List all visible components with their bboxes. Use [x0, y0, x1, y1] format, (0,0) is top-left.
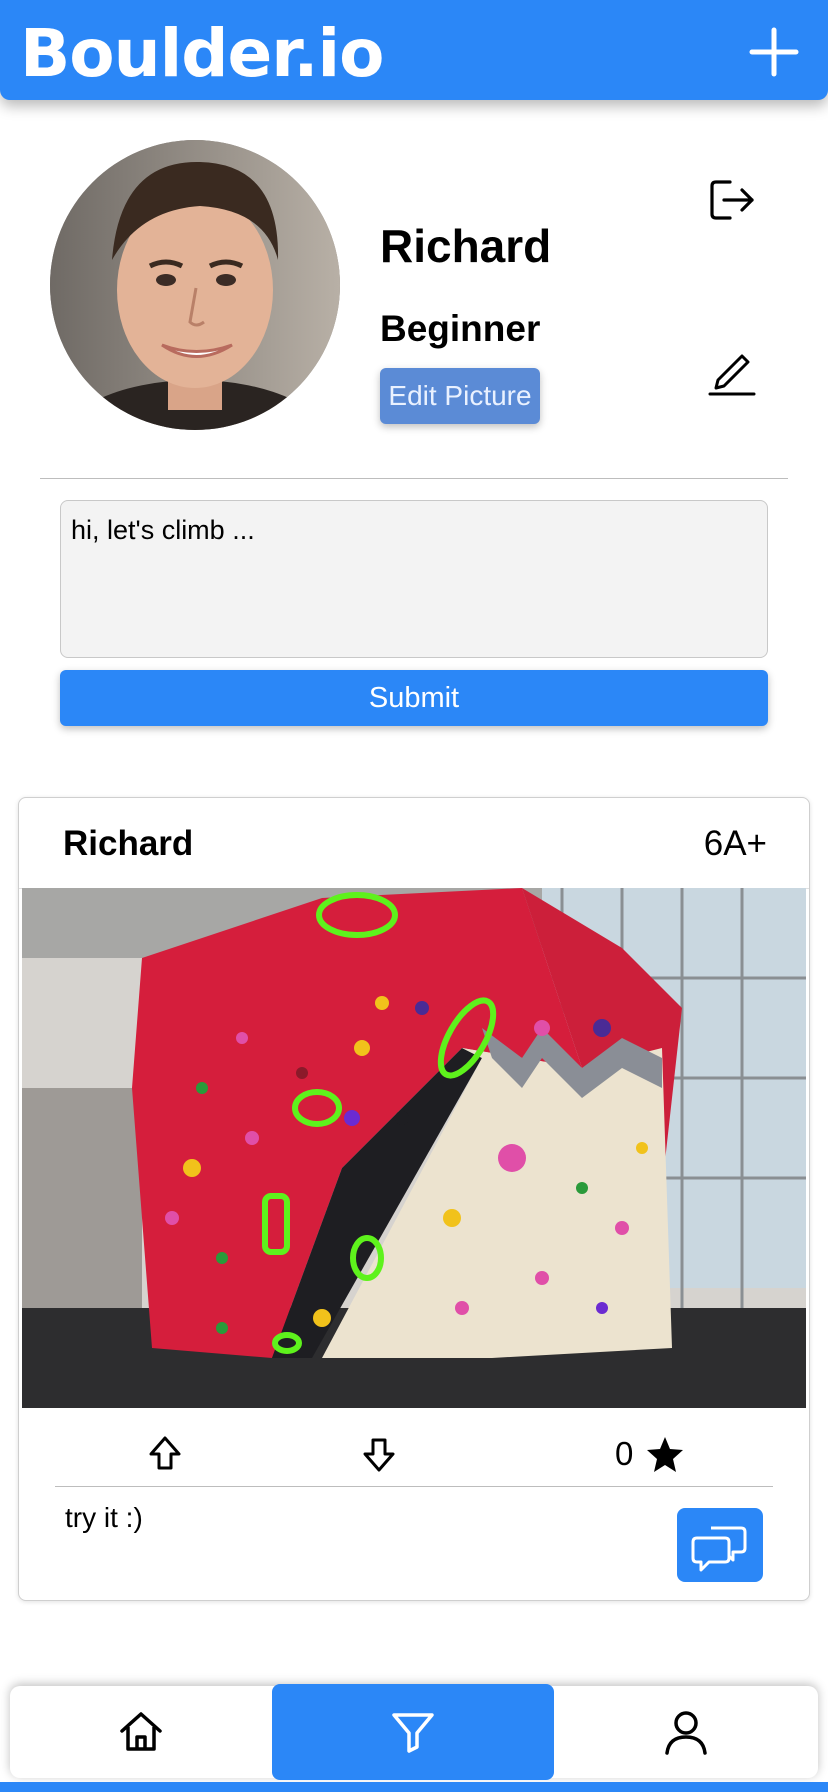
- app-title: Boulder.io: [20, 15, 384, 92]
- bottom-bar-accent: [0, 1782, 828, 1792]
- avatar: [50, 140, 340, 430]
- logout-icon[interactable]: [706, 174, 758, 226]
- bottom-navigation: [10, 1684, 818, 1780]
- filter-icon: [392, 1713, 434, 1753]
- boulder-wall-image: [22, 888, 806, 1408]
- boulder-post-card: Richard 6A+ 0 try it:): [18, 797, 810, 1601]
- post-author: Richard: [63, 824, 194, 863]
- bio-textarea[interactable]: hi, let's climb ...: [60, 500, 768, 658]
- avatar-photo: [50, 140, 340, 430]
- top-app-bar: Boulder.io: [0, 0, 828, 100]
- arrow-up-icon[interactable]: [145, 1434, 185, 1474]
- star-icon[interactable]: [645, 1434, 685, 1474]
- profile-level: Beginner: [380, 308, 541, 349]
- post-grade: 6A+: [703, 824, 767, 863]
- profile-divider: [40, 478, 788, 479]
- post-comment: try it :): [65, 1502, 143, 1533]
- profile-name: Richard: [380, 220, 552, 272]
- rating-count: 0: [615, 1435, 634, 1472]
- home-icon: [120, 1712, 162, 1751]
- nav-filter[interactable]: [272, 1684, 554, 1780]
- nav-profile[interactable]: [554, 1686, 818, 1778]
- plus-icon[interactable]: [748, 26, 800, 78]
- user-icon: [665, 1711, 707, 1755]
- pencil-icon[interactable]: [706, 344, 758, 396]
- post-actions: 0: [55, 1428, 773, 1488]
- nav-home[interactable]: [10, 1686, 272, 1778]
- submit-button[interactable]: Submit: [60, 670, 768, 726]
- edit-picture-button[interactable]: Edit Picture: [380, 368, 540, 424]
- chat-button[interactable]: [677, 1508, 763, 1582]
- chat-icon: [691, 1526, 747, 1572]
- post-header: Richard 6A+: [19, 798, 809, 889]
- actions-divider: [55, 1486, 773, 1487]
- arrow-down-icon[interactable]: [359, 1434, 399, 1474]
- boulder-photo[interactable]: [22, 888, 806, 1408]
